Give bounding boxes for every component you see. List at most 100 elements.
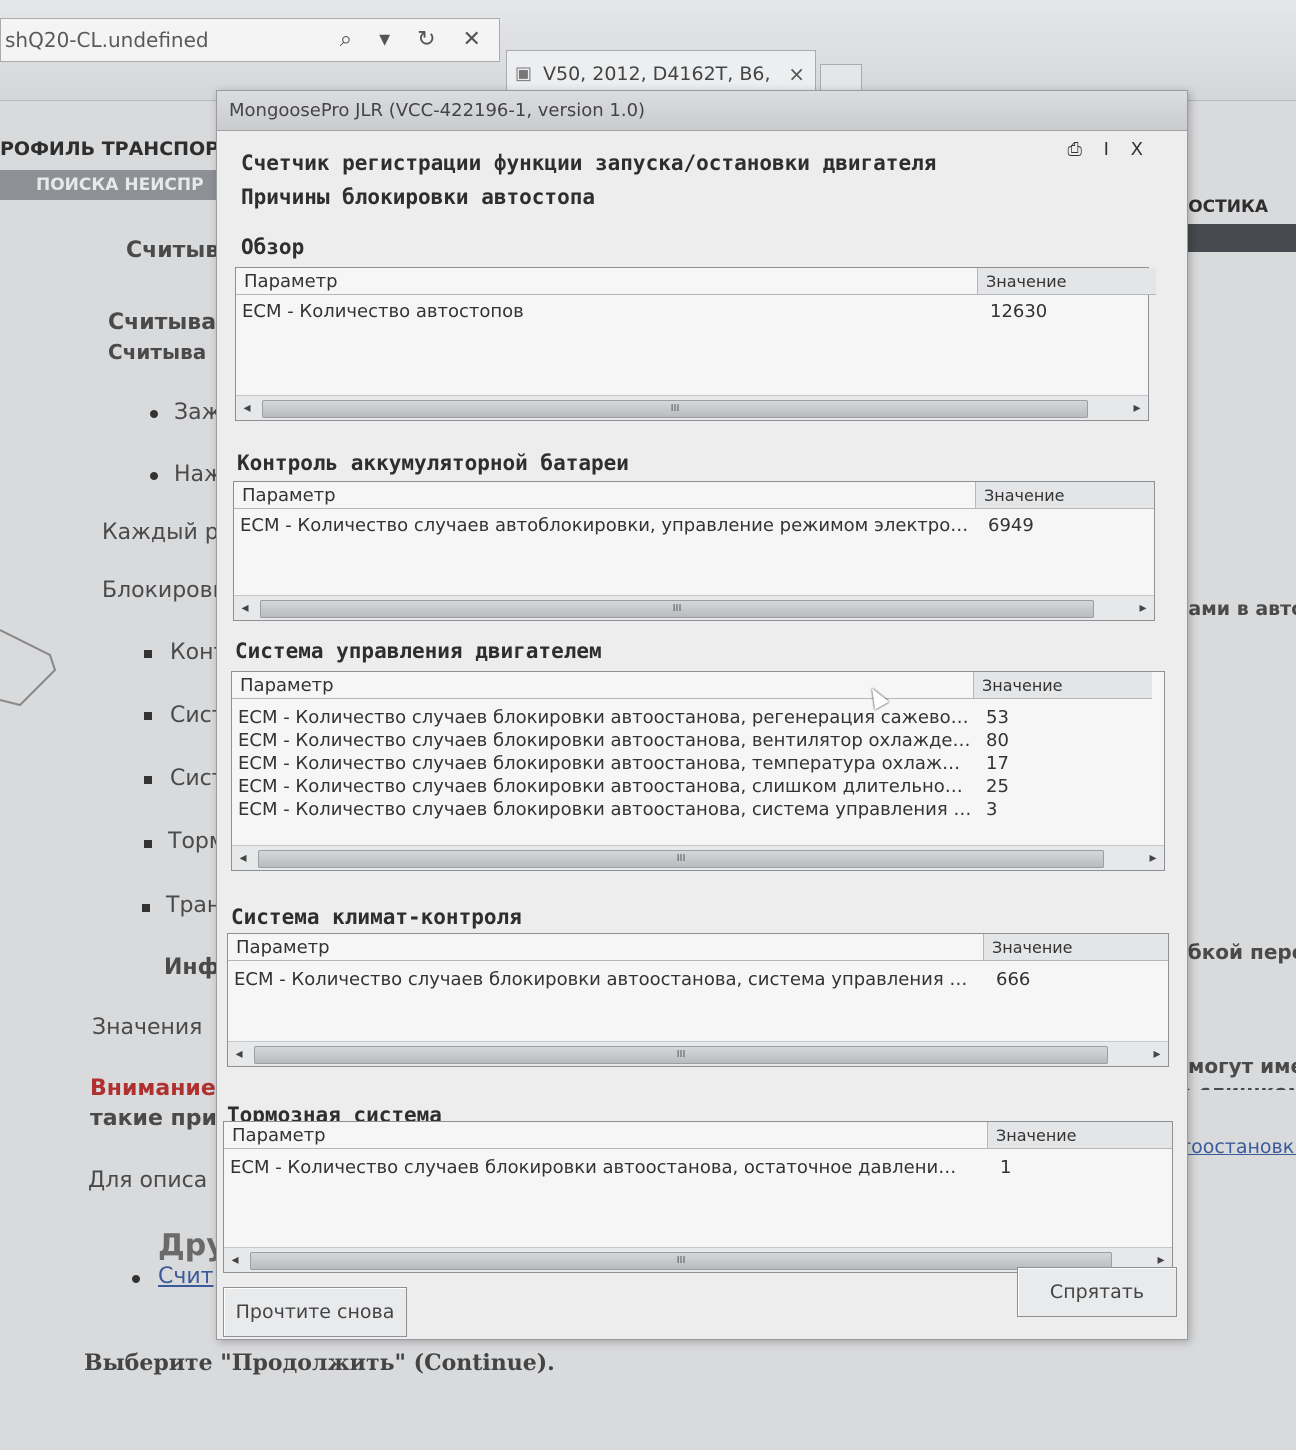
value-cell: 17 — [986, 753, 1009, 774]
bg-text: Считыва — [108, 310, 217, 335]
bg-text: Значения — [92, 1015, 203, 1040]
column-header-param[interactable]: Параметр — [228, 934, 984, 961]
value-cell: 666 — [996, 969, 1031, 990]
footer-instruction: Выберите "Продолжить" (Continue). — [84, 1350, 555, 1376]
section-title-climate: Система климат-контроля — [231, 905, 522, 929]
column-header-param[interactable]: Параметр — [232, 672, 974, 699]
dialog-heading: Счетчик регистрации функции запуска/оста… — [241, 151, 937, 175]
column-header-param[interactable]: Параметр — [224, 1122, 988, 1149]
bg-text: о слишком — [1178, 1080, 1296, 1090]
table-row[interactable]: ECM - Количество случаев блокировки авто… — [228, 968, 1168, 991]
car-sketch-icon — [0, 629, 57, 707]
mongoose-dialog: MongoosePro JLR (VCC-422196-1, version 1… — [216, 90, 1188, 1340]
bg-text: Тран — [166, 893, 222, 918]
horizontal-scrollbar[interactable]: ◂ III ▸ — [232, 845, 1164, 870]
table-row[interactable]: ECM - Количество случаев блокировки авто… — [224, 1156, 1172, 1179]
table-row[interactable]: ECM - Количество случаев блокировки авто… — [232, 752, 1164, 775]
grid-overview: Параметр Значение ECM - Количество автос… — [235, 267, 1156, 421]
column-header-param[interactable]: Параметр — [236, 268, 978, 295]
bullet-icon — [144, 712, 152, 720]
address-tools-icons[interactable]: ⌕ ▾ ↻ ✕ — [340, 19, 491, 61]
scroll-left-icon[interactable]: ◂ — [224, 1248, 246, 1272]
param-cell: ECM - Количество случаев блокировки авто… — [238, 753, 972, 774]
column-header-value[interactable]: Значение — [974, 672, 1152, 699]
scroll-left-icon[interactable]: ◂ — [232, 846, 254, 870]
scroll-right-icon[interactable]: ▸ — [1132, 596, 1154, 620]
column-header-value[interactable]: Значение — [978, 268, 1156, 295]
address-bar[interactable]: shQ20-CL.undefined ⌕ ▾ ↻ ✕ — [0, 18, 500, 62]
bg-text: Инф — [164, 955, 220, 980]
value-cell: 3 — [986, 799, 998, 820]
scroll-right-icon[interactable]: ▸ — [1146, 1042, 1168, 1066]
grid-header: Параметр Значение — [224, 1122, 1172, 1150]
horizontal-scrollbar[interactable]: ◂ III ▸ — [228, 1041, 1168, 1066]
grid-header: Параметр Значение — [232, 672, 1164, 700]
table-row[interactable]: ECM - Количество случаев автоблокировки,… — [234, 514, 1154, 537]
background-page-left: Считыв Считыва Считыва Зажг Наж Каждый р… — [0, 200, 232, 1450]
column-header-param[interactable]: Параметр — [234, 482, 976, 509]
scroll-thumb[interactable]: III — [260, 600, 1094, 618]
bullet-icon — [144, 650, 152, 658]
grid-header: Параметр Значение — [236, 268, 1156, 296]
horizontal-scrollbar[interactable]: ◂ III ▸ — [236, 395, 1148, 420]
scroll-thumb[interactable]: III — [254, 1046, 1108, 1064]
scroll-right-icon[interactable]: ▸ — [1142, 846, 1164, 870]
reread-button[interactable]: Прочтите снова — [223, 1287, 407, 1337]
column-header-value[interactable]: Значение — [988, 1122, 1172, 1149]
table-row[interactable]: ECM - Количество случаев блокировки авто… — [232, 729, 1164, 752]
bullet-icon — [132, 1275, 140, 1283]
param-cell: ECM - Количество автостопов — [242, 301, 524, 322]
scroll-thumb[interactable]: III — [250, 1252, 1112, 1270]
param-cell: ECM - Количество случаев блокировки авто… — [238, 776, 972, 797]
table-row[interactable]: ECM - Количество случаев блокировки авто… — [232, 775, 1164, 798]
value-cell: 6949 — [988, 515, 1034, 536]
bg-text: такие при — [90, 1106, 217, 1131]
bullet-icon — [144, 840, 152, 848]
bg-text: могут име — [1188, 1054, 1296, 1078]
value-cell: 53 — [986, 707, 1009, 728]
bg-text: Считыва — [108, 340, 207, 364]
bullet-icon — [150, 410, 158, 418]
value-cell: 1 — [1000, 1157, 1012, 1178]
nav-profile-label[interactable]: РОФИЛЬ ТРАНСПОРТ — [0, 138, 232, 160]
column-header-value[interactable]: Значение — [984, 934, 1168, 961]
bg-text: Каждый ра — [102, 520, 232, 545]
value-cell: 25 — [986, 776, 1009, 797]
address-text: shQ20-CL.undefined — [5, 28, 209, 52]
param-cell: ECM - Количество случаев блокировки авто… — [230, 1157, 964, 1178]
bg-link[interactable]: Счит — [158, 1264, 213, 1289]
bg-link[interactable]: тоостановки — [1180, 1136, 1296, 1158]
table-row[interactable]: ECM - Количество случаев блокировки авто… — [232, 706, 1164, 729]
horizontal-scrollbar[interactable]: ◂ III ▸ — [234, 595, 1154, 620]
bg-text: Блокировк — [102, 578, 226, 603]
bullet-icon — [150, 472, 158, 480]
bullet-icon — [142, 904, 150, 912]
scroll-right-icon[interactable]: ▸ — [1126, 396, 1148, 420]
scroll-thumb[interactable]: III — [262, 400, 1088, 418]
grid-battery: Параметр Значение ECM - Количество случа… — [233, 481, 1155, 621]
bg-text: обкой пере — [1174, 940, 1296, 964]
nav-fault-search[interactable]: ПОИСКА НЕИСПР — [0, 170, 240, 200]
scroll-left-icon[interactable]: ◂ — [236, 396, 258, 420]
bullet-icon — [144, 776, 152, 784]
section-title-battery: Контроль аккумуляторной батареи — [237, 451, 629, 475]
hide-button[interactable]: Спрятать — [1017, 1267, 1177, 1317]
table-row[interactable]: ECM - Количество автостопов 12630 — [236, 300, 1148, 323]
bg-text: Считыв — [126, 238, 220, 263]
scroll-left-icon[interactable]: ◂ — [234, 596, 256, 620]
section-title-engine: Система управления двигателем — [235, 639, 602, 663]
column-header-value[interactable]: Значение — [976, 482, 1154, 509]
section-title-overview: Обзор — [241, 235, 305, 259]
bg-text: Для описа — [88, 1168, 208, 1193]
scroll-left-icon[interactable]: ◂ — [228, 1042, 250, 1066]
window-controls-icons[interactable]: ⎙ I X — [1068, 139, 1151, 160]
grid-header: Параметр Значение — [234, 482, 1154, 510]
warning-label: Внимание — [90, 1076, 216, 1101]
dialog-subheading: Причины блокировки автостопа — [241, 185, 596, 209]
param-cell: ECM - Количество случаев автоблокировки,… — [240, 515, 974, 536]
param-cell: ECM - Количество случаев блокировки авто… — [238, 707, 972, 728]
table-row[interactable]: ECM - Количество случаев блокировки авто… — [232, 798, 1164, 821]
value-cell: 12630 — [990, 301, 1048, 322]
scroll-thumb[interactable]: III — [258, 850, 1104, 868]
dialog-title: MongoosePro JLR (VCC-422196-1, version 1… — [217, 91, 1187, 131]
